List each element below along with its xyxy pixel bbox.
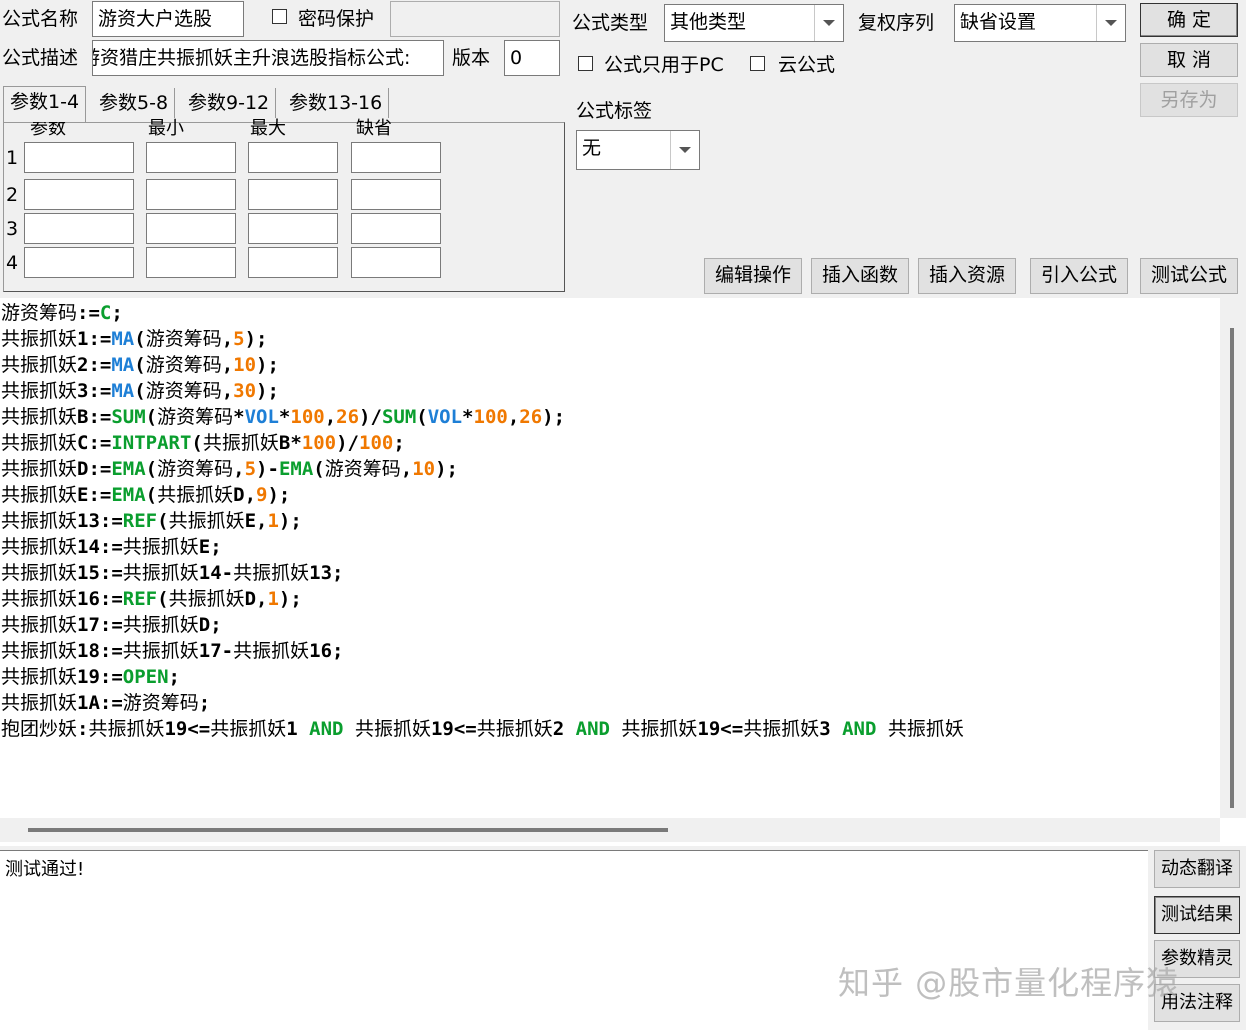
code-line: 共振抓妖B:=SUM(游资筹码*VOL*100,26)/SUM(VOL*100,…	[1, 406, 566, 428]
scroll-thumb[interactable]	[1230, 328, 1234, 808]
formula-name-label: 公式名称	[2, 8, 79, 30]
version-input[interactable]: 0	[504, 40, 560, 76]
tab-params-1-4[interactable]: 参数1-4	[3, 86, 87, 122]
param-min-input[interactable]	[146, 142, 236, 173]
param-min-input[interactable]	[146, 247, 236, 278]
formula-type-select[interactable]: 其他类型	[664, 4, 844, 42]
param-default-input[interactable]	[351, 179, 441, 210]
param-header-default: 缺省	[356, 118, 392, 139]
import-formula-button[interactable]: 引入公式	[1030, 258, 1128, 294]
param-min-input[interactable]	[146, 213, 236, 244]
pc-only-checkbox[interactable]	[578, 56, 593, 71]
test-formula-button[interactable]: 测试公式	[1140, 258, 1238, 294]
formula-tag-label: 公式标签	[576, 100, 653, 122]
param-default-input[interactable]	[351, 247, 441, 278]
code-line: 共振抓妖1:=MA(游资筹码,5);	[1, 328, 268, 350]
code-line: 共振抓妖14:=共振抓妖E;	[1, 536, 222, 558]
rights-label: 复权序列	[858, 12, 935, 34]
version-label: 版本	[452, 47, 491, 69]
formula-type-value: 其他类型	[670, 11, 747, 33]
param-name-input[interactable]	[24, 142, 134, 173]
ok-button[interactable]: 确 定	[1140, 3, 1238, 37]
code-text: 游资筹码:=C; 共振抓妖1:=MA(游资筹码,5); 共振抓妖2:=MA(游资筹码…	[1, 300, 964, 742]
insert-resource-button[interactable]: 插入资源	[918, 258, 1016, 294]
vertical-scrollbar[interactable]	[1220, 298, 1246, 818]
password-checkbox[interactable]	[272, 9, 287, 24]
formula-tag-value: 无	[582, 137, 602, 159]
code-line: 共振抓妖1A:=游资筹码;	[1, 692, 211, 714]
chevron-down-icon[interactable]	[670, 131, 699, 169]
insert-function-button[interactable]: 插入函数	[811, 258, 909, 294]
code-line: 共振抓妖D:=EMA(游资筹码,5)-EMA(游资筹码,10);	[1, 458, 458, 480]
param-max-input[interactable]	[248, 213, 338, 244]
cloud-label: 云公式	[778, 54, 836, 76]
cloud-checkbox[interactable]	[750, 56, 765, 71]
param-row-number: 1	[6, 147, 19, 169]
param-default-input[interactable]	[351, 213, 441, 244]
test-result-button[interactable]: 测试结果	[1154, 896, 1240, 934]
formula-tag-select[interactable]: 无	[576, 130, 700, 170]
dynamic-translate-button[interactable]: 动态翻译	[1154, 850, 1240, 888]
code-line: 共振抓妖15:=共振抓妖14-共振抓妖13;	[1, 562, 344, 584]
result-text: 测试通过!	[5, 859, 85, 880]
code-line: 共振抓妖2:=MA(游资筹码,10);	[1, 354, 279, 376]
formula-desc-text: 游资猎庄共振抓妖主升浪选股指标公式:	[92, 47, 411, 69]
tab-params-5-8[interactable]: 参数5-8	[93, 88, 176, 118]
tab-params-13-16[interactable]: 参数13-16	[283, 88, 390, 118]
param-header-max: 最大	[250, 118, 286, 139]
chevron-down-icon[interactable]	[814, 5, 843, 41]
code-line: 共振抓妖19:=OPEN;	[1, 666, 180, 688]
code-line: 游资筹码:=C;	[1, 302, 123, 324]
horizontal-scrollbar[interactable]	[0, 818, 1220, 842]
code-line: 共振抓妖C:=INTPART(共振抓妖B*100)/100;	[1, 432, 405, 454]
param-max-input[interactable]	[248, 142, 338, 173]
formula-desc-label: 公式描述	[2, 47, 79, 69]
param-max-input[interactable]	[248, 179, 338, 210]
code-line: 共振抓妖13:=REF(共振抓妖E,1);	[1, 510, 302, 532]
code-line: 抱团炒妖:共振抓妖19<=共振抓妖1 AND 共振抓妖19<=共振抓妖2 AND…	[1, 718, 964, 740]
param-header-min: 最小	[148, 118, 184, 139]
param-default-input[interactable]	[351, 142, 441, 173]
code-line: 共振抓妖3:=MA(游资筹码,30);	[1, 380, 279, 402]
param-max-input[interactable]	[248, 247, 338, 278]
cancel-button[interactable]: 取 消	[1140, 43, 1238, 77]
param-name-input[interactable]	[24, 213, 134, 244]
param-name-input[interactable]	[24, 247, 134, 278]
code-line: 共振抓妖E:=EMA(共振抓妖D,9);	[1, 484, 291, 506]
result-output[interactable]: 测试通过!	[0, 850, 1148, 1030]
code-line: 共振抓妖18:=共振抓妖17-共振抓妖16;	[1, 640, 344, 662]
code-editor[interactable]: 游资筹码:=C; 共振抓妖1:=MA(游资筹码,5); 共振抓妖2:=MA(游资筹码…	[0, 298, 1246, 846]
param-row-number: 2	[6, 184, 19, 206]
param-row-number: 4	[6, 252, 19, 274]
scroll-thumb[interactable]	[28, 828, 668, 832]
password-input[interactable]	[390, 1, 560, 37]
formula-type-label: 公式类型	[572, 12, 649, 34]
code-line: 共振抓妖16:=REF(共振抓妖D,1);	[1, 588, 302, 610]
rights-value: 缺省设置	[960, 11, 1037, 33]
tab-params-9-12[interactable]: 参数9-12	[182, 88, 277, 118]
param-row-number: 3	[6, 218, 19, 240]
param-wizard-button[interactable]: 参数精灵	[1154, 940, 1240, 978]
save-as-button[interactable]: 另存为	[1140, 83, 1238, 117]
chevron-down-icon[interactable]	[1096, 5, 1125, 41]
code-line: 共振抓妖17:=共振抓妖D;	[1, 614, 222, 636]
pc-only-label: 公式只用于PC	[604, 54, 724, 76]
usage-notes-button[interactable]: 用法注释	[1154, 984, 1240, 1022]
param-min-input[interactable]	[146, 179, 236, 210]
password-label: 密码保护	[298, 8, 375, 30]
formula-name-input[interactable]: 游资大户选股	[92, 1, 244, 37]
formula-desc-input[interactable]: 游资猎庄共振抓妖主升浪选股指标公式:	[92, 40, 444, 76]
rights-select[interactable]: 缺省设置	[954, 4, 1126, 42]
edit-ops-button[interactable]: 编辑操作	[704, 258, 802, 294]
param-name-input[interactable]	[24, 179, 134, 210]
